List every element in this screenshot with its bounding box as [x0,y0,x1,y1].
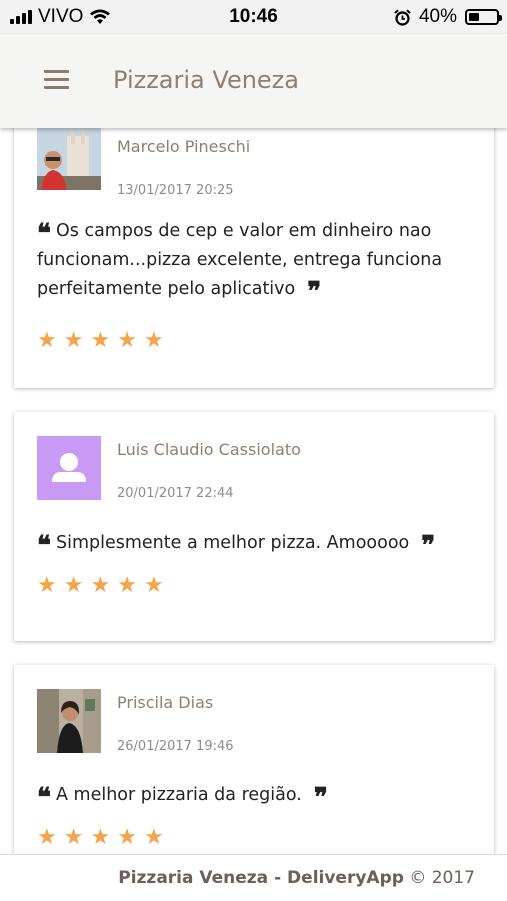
reviewer-avatar-photo [37,128,101,190]
close-quote-icon: ❞ [421,531,435,561]
review-card: Marcelo Pineschi 13/01/2017 20:25 ❝ Os ca… [14,128,494,388]
close-quote-icon: ❞ [307,277,321,307]
reviews-feed[interactable]: Marcelo Pineschi 13/01/2017 20:25 ❝ Os ca… [0,128,507,854]
star-icon: ★ [37,825,57,850]
review-date: 20/01/2017 22:44 [117,486,234,501]
review-text: Os campos de cep e valor em dinheiro nao… [37,221,443,299]
open-quote-icon: ❝ [37,531,51,561]
star-icon: ★ [63,328,84,353]
review-text: Simplesmente a melhor pizza. Amooooo [56,533,410,553]
app-footer: Pizzaria Veneza - DeliveryApp © 2017 [0,854,507,900]
star-icon: ★ [143,573,164,598]
review-date: 13/01/2017 20:25 [117,183,234,198]
alarm-icon [394,8,411,26]
review-text: A melhor pizzaria da região. [56,785,302,805]
review-date: 26/01/2017 19:46 [117,739,234,754]
default-user-icon [37,436,101,500]
app-header: Pizzaria Veneza [0,34,507,128]
star-icon: ★ [143,328,164,353]
open-quote-icon: ❝ [37,783,51,813]
review-card: Priscila Dias 26/01/2017 19:46 ❝ A melhor… [14,665,494,854]
page-title: Pizzaria Veneza [113,66,299,94]
footer-brand: Pizzaria Veneza - DeliveryApp [118,868,404,888]
reviewer-name: Marcelo Pineschi [117,137,251,156]
star-icon: ★ [117,328,137,353]
star-icon: ★ [37,328,57,353]
star-icon: ★ [37,573,57,598]
rating-stars: ★ ★ ★ ★ ★ [37,330,164,352]
battery-icon [465,9,502,25]
close-quote-icon: ❞ [313,783,328,813]
star-icon: ★ [63,573,84,598]
reviewer-name: Priscila Dias [117,693,214,712]
battery-percent: 40% [418,6,457,27]
star-icon: ★ [117,573,137,598]
rating-stars: ★ ★ ★ ★ ★ [37,827,164,849]
footer-copyright: © 2017 [409,868,475,888]
review-comment: ❝ Os campos de cep e valor em dinheiro na… [37,217,468,307]
reviewer-avatar-photo [37,689,101,753]
star-icon: ★ [117,825,137,850]
star-icon: ★ [143,825,164,850]
star-icon: ★ [90,573,111,598]
reviewer-name: Luis Claudio Cassiolato [117,440,301,459]
review-comment: ❝ A melhor pizzaria da região. ❞ [37,781,468,813]
star-icon: ★ [90,825,111,850]
status-bar: VIVO 10:46 40% [0,0,507,34]
review-card: Luis Claudio Cassiolato 20/01/2017 22:44… [14,412,494,641]
star-icon: ★ [63,825,84,850]
open-quote-icon: ❝ [37,219,51,249]
star-icon: ★ [90,328,111,353]
rating-stars: ★ ★ ★ ★ ★ [37,575,164,597]
hamburger-menu-icon[interactable] [44,70,69,90]
review-comment: ❝ Simplesmente a melhor pizza. Amooooo ❞ [37,529,468,561]
status-right: 40% [394,6,502,28]
